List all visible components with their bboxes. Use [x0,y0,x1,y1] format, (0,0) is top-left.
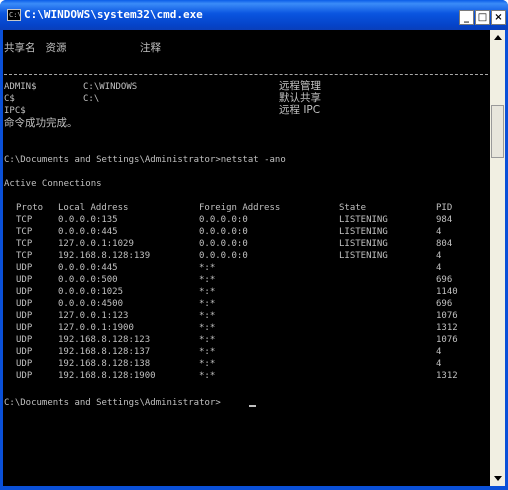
pid-cell: 4 [436,251,442,261]
foreign-address-cell: *:* [199,335,216,345]
pid-cell: 804 [436,239,453,249]
proto-cell: UDP [16,287,33,297]
foreign-address-cell: *:* [199,299,216,309]
state-cell: LISTENING [339,215,388,225]
column-header-local-address: Local Address [58,203,129,213]
local-address-cell: 192.168.8.128:137 [58,347,151,357]
scrollbar-thumb[interactable] [491,105,504,158]
local-address-cell: 192.168.8.128:1900 [58,371,156,381]
text-cursor [249,405,256,407]
state-cell: LISTENING [339,239,388,249]
connections-heading: Active Connections [4,179,102,189]
pid-cell: 1076 [436,311,458,321]
foreign-address-cell: *:* [199,323,216,333]
foreign-address-cell: *:* [199,263,216,273]
foreign-address-cell: *:* [199,275,216,285]
proto-cell: TCP [16,227,33,237]
foreign-address-cell: *:* [199,311,216,321]
proto-cell: TCP [16,239,33,249]
proto-cell: UDP [16,263,33,273]
share-remark: 远程 IPC [279,104,321,116]
local-address-cell: 0.0.0.0:1025 [58,287,124,297]
local-address-cell: 127.0.0.1:1029 [58,239,134,249]
local-address-cell: 192.168.8.128:139 [58,251,151,261]
share-remark: 远程管理 [279,80,321,92]
foreign-address-cell: 0.0.0.0:0 [199,227,248,237]
pid-cell: 1312 [436,323,458,333]
console-output[interactable]: 共享名 资源 注释 ADMIN$ C:\WINDOWS 远程管理 C$ C:\ … [3,30,490,486]
column-header-proto: Proto [16,203,44,213]
header-divider [4,74,488,75]
local-address-cell: 127.0.0.1:1900 [58,323,134,333]
column-header-foreign-address: Foreign Address [199,203,281,213]
foreign-address-cell: *:* [199,359,216,369]
share-name: ADMIN$ [4,82,37,92]
local-address-cell: 0.0.0.0:445 [58,227,118,237]
state-cell: LISTENING [339,227,388,237]
share-remark: 默认共享 [279,92,321,104]
arrow-up-icon [494,35,502,40]
foreign-address-cell: *:* [199,287,216,297]
local-address-cell: 0.0.0.0:500 [58,275,118,285]
proto-cell: UDP [16,275,33,285]
maximize-button[interactable]: □ [475,10,490,25]
column-header-pid: PID [436,203,453,213]
minimize-button[interactable]: _ [459,10,474,25]
proto-cell: TCP [16,215,33,225]
foreign-address-cell: 0.0.0.0:0 [199,251,248,261]
proto-cell: UDP [16,359,33,369]
command-prompt: C:\Documents and Settings\Administrator> [4,398,221,408]
pid-cell: 4 [436,359,442,369]
scroll-up-button[interactable] [490,30,505,46]
foreign-address-cell: *:* [199,347,216,357]
pid-cell: 984 [436,215,453,225]
pid-cell: 1140 [436,287,458,297]
pid-cell: 4 [436,227,442,237]
state-cell: LISTENING [339,251,388,261]
pid-cell: 696 [436,299,453,309]
command-line: C:\Documents and Settings\Administrator>… [4,155,286,165]
proto-cell: UDP [16,347,33,357]
local-address-cell: 192.168.8.128:138 [58,359,151,369]
local-address-cell: 0.0.0.0:135 [58,215,118,225]
local-address-cell: 192.168.8.128:123 [58,335,151,345]
pid-cell: 4 [436,263,442,273]
scroll-down-button[interactable] [490,470,505,486]
share-resource: C:\ [83,94,100,104]
proto-cell: UDP [16,335,33,345]
pid-cell: 4 [436,347,442,357]
share-name: IPC$ [4,106,26,116]
pid-cell: 1076 [436,335,458,345]
success-message: 命令成功完成。 [4,117,78,129]
foreign-address-cell: 0.0.0.0:0 [199,239,248,249]
cmd-app-icon-glyph: C:\ [9,11,22,19]
cmd-window: C:\ C:\WINDOWS\system32\cmd.exe _ □ × 共享… [0,0,508,490]
local-address-cell: 127.0.0.1:123 [58,311,129,321]
share-name: C$ [4,94,15,104]
pid-cell: 1312 [436,371,458,381]
foreign-address-cell: 0.0.0.0:0 [199,215,248,225]
title-bar[interactable]: C:\ C:\WINDOWS\system32\cmd.exe _ □ × [0,0,508,30]
window-title: C:\WINDOWS\system32\cmd.exe [24,8,203,21]
proto-cell: UDP [16,311,33,321]
cmd-app-icon[interactable]: C:\ [7,9,22,21]
proto-cell: UDP [16,323,33,333]
pid-cell: 696 [436,275,453,285]
proto-cell: TCP [16,251,33,261]
arrow-down-icon [494,476,502,481]
proto-cell: UDP [16,371,33,381]
local-address-cell: 0.0.0.0:4500 [58,299,124,309]
share-resource: C:\WINDOWS [83,82,138,92]
vertical-scrollbar[interactable] [490,30,505,486]
proto-cell: UDP [16,299,33,309]
foreign-address-cell: *:* [199,371,216,381]
column-header-state: State [339,203,367,213]
local-address-cell: 0.0.0.0:445 [58,263,118,273]
share-header: 共享名 资源 注释 [4,42,161,54]
close-button[interactable]: × [491,10,506,25]
